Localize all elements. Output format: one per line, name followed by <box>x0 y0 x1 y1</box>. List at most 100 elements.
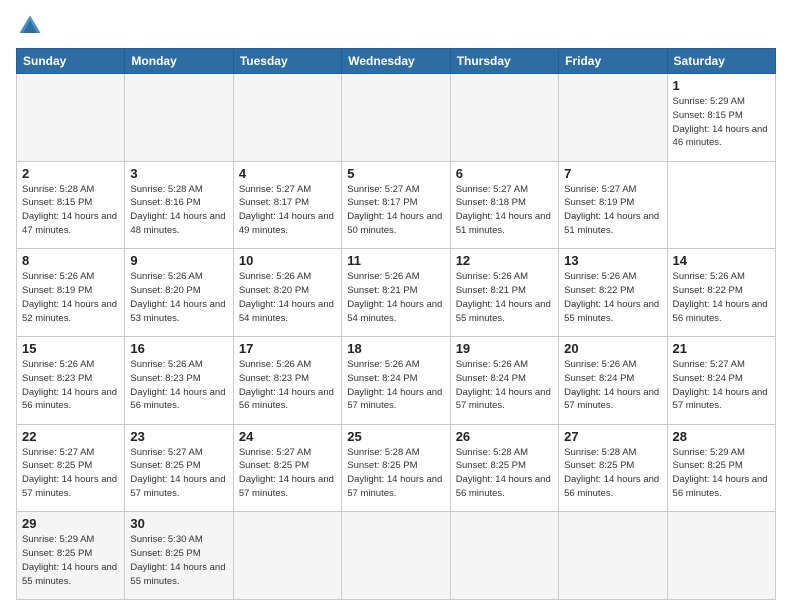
calendar-cell: 26 Sunrise: 5:28 AM Sunset: 8:25 PM Dayl… <box>450 424 558 512</box>
sunrise-time: Sunrise: 5:26 AM <box>130 359 202 370</box>
day-number: 23 <box>130 429 227 444</box>
daylight-hours: Daylight: 14 hours and 51 minutes. <box>456 211 551 236</box>
sunrise-time: Sunrise: 5:28 AM <box>564 447 636 458</box>
day-number: 6 <box>456 166 553 181</box>
sunset-time: Sunset: 8:19 PM <box>22 285 92 296</box>
sunrise-time: Sunrise: 5:27 AM <box>347 184 419 195</box>
sunset-time: Sunset: 8:25 PM <box>130 460 200 471</box>
day-number: 20 <box>564 341 661 356</box>
day-number: 25 <box>347 429 444 444</box>
sunset-time: Sunset: 8:23 PM <box>130 373 200 384</box>
day-number: 21 <box>673 341 770 356</box>
col-header-saturday: Saturday <box>667 49 775 74</box>
daylight-hours: Daylight: 14 hours and 57 minutes. <box>130 474 225 499</box>
calendar-cell <box>559 74 667 162</box>
calendar-header: SundayMondayTuesdayWednesdayThursdayFrid… <box>17 49 776 74</box>
sunset-time: Sunset: 8:24 PM <box>456 373 526 384</box>
logo-icon <box>16 12 44 40</box>
daylight-hours: Daylight: 14 hours and 57 minutes. <box>564 387 659 412</box>
daylight-hours: Daylight: 14 hours and 57 minutes. <box>456 387 551 412</box>
day-info: Sunrise: 5:26 AM Sunset: 8:19 PM Dayligh… <box>22 270 119 325</box>
week-row-5: 22 Sunrise: 5:27 AM Sunset: 8:25 PM Dayl… <box>17 424 776 512</box>
day-info: Sunrise: 5:26 AM Sunset: 8:24 PM Dayligh… <box>347 358 444 413</box>
day-info: Sunrise: 5:27 AM Sunset: 8:24 PM Dayligh… <box>673 358 770 413</box>
week-row-3: 8 Sunrise: 5:26 AM Sunset: 8:19 PM Dayli… <box>17 249 776 337</box>
calendar-cell <box>667 512 775 600</box>
day-number: 24 <box>239 429 336 444</box>
calendar-cell: 5 Sunrise: 5:27 AM Sunset: 8:17 PM Dayli… <box>342 161 450 249</box>
sunrise-time: Sunrise: 5:26 AM <box>456 359 528 370</box>
sunrise-time: Sunrise: 5:30 AM <box>130 534 202 545</box>
day-number: 27 <box>564 429 661 444</box>
daylight-hours: Daylight: 14 hours and 57 minutes. <box>347 474 442 499</box>
day-number: 5 <box>347 166 444 181</box>
day-info: Sunrise: 5:26 AM Sunset: 8:20 PM Dayligh… <box>130 270 227 325</box>
calendar-cell: 22 Sunrise: 5:27 AM Sunset: 8:25 PM Dayl… <box>17 424 125 512</box>
sunset-time: Sunset: 8:25 PM <box>564 460 634 471</box>
day-number: 16 <box>130 341 227 356</box>
sunrise-time: Sunrise: 5:27 AM <box>673 359 745 370</box>
daylight-hours: Daylight: 14 hours and 51 minutes. <box>564 211 659 236</box>
daylight-hours: Daylight: 14 hours and 57 minutes. <box>239 474 334 499</box>
day-info: Sunrise: 5:26 AM Sunset: 8:23 PM Dayligh… <box>130 358 227 413</box>
day-number: 22 <box>22 429 119 444</box>
day-info: Sunrise: 5:26 AM Sunset: 8:20 PM Dayligh… <box>239 270 336 325</box>
day-info: Sunrise: 5:26 AM Sunset: 8:22 PM Dayligh… <box>673 270 770 325</box>
calendar-cell: 18 Sunrise: 5:26 AM Sunset: 8:24 PM Dayl… <box>342 336 450 424</box>
sunrise-time: Sunrise: 5:29 AM <box>22 534 94 545</box>
day-info: Sunrise: 5:28 AM Sunset: 8:25 PM Dayligh… <box>456 446 553 501</box>
day-number: 3 <box>130 166 227 181</box>
sunrise-time: Sunrise: 5:27 AM <box>564 184 636 195</box>
sunrise-time: Sunrise: 5:26 AM <box>564 271 636 282</box>
calendar-cell: 8 Sunrise: 5:26 AM Sunset: 8:19 PM Dayli… <box>17 249 125 337</box>
daylight-hours: Daylight: 14 hours and 56 minutes. <box>673 299 768 324</box>
calendar-cell: 9 Sunrise: 5:26 AM Sunset: 8:20 PM Dayli… <box>125 249 233 337</box>
calendar-cell: 30 Sunrise: 5:30 AM Sunset: 8:25 PM Dayl… <box>125 512 233 600</box>
daylight-hours: Daylight: 14 hours and 48 minutes. <box>130 211 225 236</box>
day-number: 1 <box>673 78 770 93</box>
sunset-time: Sunset: 8:17 PM <box>347 197 417 208</box>
sunrise-time: Sunrise: 5:26 AM <box>347 271 419 282</box>
sunset-time: Sunset: 8:23 PM <box>22 373 92 384</box>
sunset-time: Sunset: 8:24 PM <box>347 373 417 384</box>
calendar-cell: 15 Sunrise: 5:26 AM Sunset: 8:23 PM Dayl… <box>17 336 125 424</box>
day-number: 15 <box>22 341 119 356</box>
sunrise-time: Sunrise: 5:29 AM <box>673 447 745 458</box>
day-info: Sunrise: 5:28 AM Sunset: 8:25 PM Dayligh… <box>347 446 444 501</box>
day-info: Sunrise: 5:27 AM Sunset: 8:19 PM Dayligh… <box>564 183 661 238</box>
calendar-cell <box>233 512 341 600</box>
daylight-hours: Daylight: 14 hours and 47 minutes. <box>22 211 117 236</box>
daylight-hours: Daylight: 14 hours and 49 minutes. <box>239 211 334 236</box>
calendar-cell: 27 Sunrise: 5:28 AM Sunset: 8:25 PM Dayl… <box>559 424 667 512</box>
sunrise-time: Sunrise: 5:26 AM <box>239 271 311 282</box>
calendar-cell: 14 Sunrise: 5:26 AM Sunset: 8:22 PM Dayl… <box>667 249 775 337</box>
daylight-hours: Daylight: 14 hours and 55 minutes. <box>456 299 551 324</box>
sunset-time: Sunset: 8:18 PM <box>456 197 526 208</box>
day-info: Sunrise: 5:27 AM Sunset: 8:17 PM Dayligh… <box>347 183 444 238</box>
sunset-time: Sunset: 8:22 PM <box>673 285 743 296</box>
sunrise-time: Sunrise: 5:28 AM <box>130 184 202 195</box>
day-number: 2 <box>22 166 119 181</box>
daylight-hours: Daylight: 14 hours and 56 minutes. <box>22 387 117 412</box>
sunset-time: Sunset: 8:24 PM <box>673 373 743 384</box>
day-info: Sunrise: 5:26 AM Sunset: 8:21 PM Dayligh… <box>456 270 553 325</box>
sunset-time: Sunset: 8:20 PM <box>239 285 309 296</box>
sunset-time: Sunset: 8:15 PM <box>22 197 92 208</box>
calendar-cell <box>125 74 233 162</box>
day-number: 13 <box>564 253 661 268</box>
sunrise-time: Sunrise: 5:26 AM <box>564 359 636 370</box>
sunrise-time: Sunrise: 5:28 AM <box>456 447 528 458</box>
col-header-sunday: Sunday <box>17 49 125 74</box>
day-info: Sunrise: 5:29 AM Sunset: 8:15 PM Dayligh… <box>673 95 770 150</box>
daylight-hours: Daylight: 14 hours and 57 minutes. <box>347 387 442 412</box>
day-info: Sunrise: 5:26 AM Sunset: 8:22 PM Dayligh… <box>564 270 661 325</box>
calendar-cell <box>559 512 667 600</box>
sunset-time: Sunset: 8:25 PM <box>22 460 92 471</box>
day-info: Sunrise: 5:27 AM Sunset: 8:25 PM Dayligh… <box>130 446 227 501</box>
calendar-cell: 12 Sunrise: 5:26 AM Sunset: 8:21 PM Dayl… <box>450 249 558 337</box>
sunrise-time: Sunrise: 5:26 AM <box>347 359 419 370</box>
daylight-hours: Daylight: 14 hours and 56 minutes. <box>130 387 225 412</box>
day-info: Sunrise: 5:28 AM Sunset: 8:15 PM Dayligh… <box>22 183 119 238</box>
day-info: Sunrise: 5:29 AM Sunset: 8:25 PM Dayligh… <box>22 533 119 588</box>
daylight-hours: Daylight: 14 hours and 56 minutes. <box>564 474 659 499</box>
